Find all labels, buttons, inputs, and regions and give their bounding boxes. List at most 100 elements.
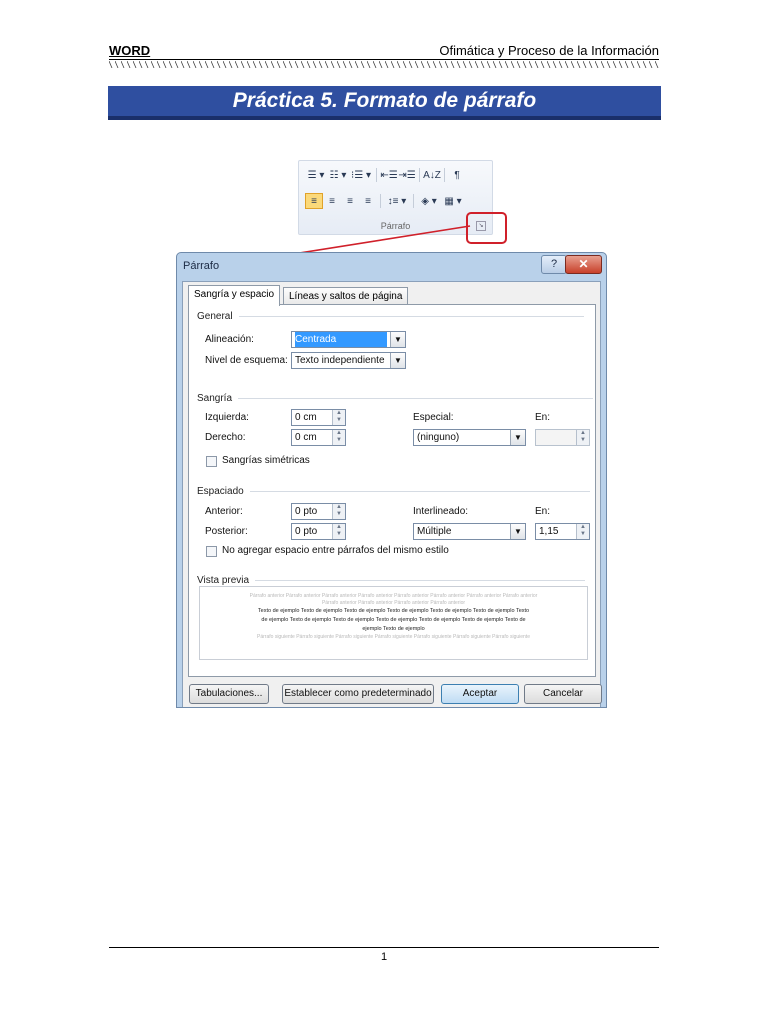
preview-box: Párrafo anterior Párrafo anterior Párraf… bbox=[199, 586, 588, 660]
tab-lineas-saltos[interactable]: Líneas y saltos de página bbox=[283, 287, 409, 305]
tabulaciones-button[interactable]: Tabulaciones... bbox=[189, 684, 269, 704]
spinner-icon[interactable]: ▲ ▼ bbox=[332, 410, 345, 425]
espaciado-en-value: 1,15 bbox=[539, 526, 559, 537]
anterior-input[interactable]: 0 pto ▲ ▼ bbox=[291, 503, 346, 520]
no-agregar-espacio-label: No agregar espacio entre párrafos del mi… bbox=[222, 545, 449, 556]
callout-highlight-box bbox=[466, 212, 507, 244]
header-rule bbox=[109, 59, 659, 60]
preview-sample-line: ejemplo Texto de ejemplo bbox=[362, 626, 425, 632]
derecho-value: 0 cm bbox=[295, 432, 317, 443]
preview-before-line: Párrafo anterior Párrafo anterior Párraf… bbox=[321, 600, 466, 606]
derecho-label: Derecho: bbox=[205, 432, 246, 443]
especial-value: (ninguno) bbox=[417, 432, 460, 443]
multilevel-list-icon[interactable]: ⁝☰ ▾ bbox=[349, 167, 373, 183]
dialog-body: Sangría y espacio Líneas y saltos de pág… bbox=[182, 281, 602, 707]
line-spacing-icon[interactable]: ↕≡ ▾ bbox=[384, 193, 410, 209]
derecho-input[interactable]: 0 cm ▲ ▼ bbox=[291, 429, 346, 446]
spinner-icon[interactable]: ▲ ▼ bbox=[332, 430, 345, 445]
nivel-label: Nivel de esquema: bbox=[205, 355, 288, 366]
preview-after-line: Párrafo siguiente Párrafo siguiente Párr… bbox=[257, 634, 530, 640]
section-sangria-label: Sangría bbox=[197, 393, 233, 404]
chevron-down-icon[interactable]: ▼ bbox=[510, 524, 525, 539]
section-vista-previa-label: Vista previa bbox=[197, 575, 250, 586]
sangria-en-input[interactable]: ▲ ▼ bbox=[535, 429, 590, 446]
spinner-icon[interactable]: ▲ ▼ bbox=[332, 524, 345, 539]
section-divider bbox=[249, 491, 590, 492]
espaciado-en-input[interactable]: 1,15 ▲ ▼ bbox=[535, 523, 590, 540]
section-divider bbox=[238, 316, 584, 317]
preview-sample-line: de ejemplo Texto de ejemplo Texto de eje… bbox=[261, 617, 526, 623]
tab-panel: General Alineación: Centrada ▼ Nivel de … bbox=[188, 304, 596, 677]
sangria-en-label: En: bbox=[535, 412, 551, 423]
justify-icon[interactable]: ≡ bbox=[359, 193, 377, 209]
spinner-icon[interactable]: ▲ ▼ bbox=[332, 504, 345, 519]
posterior-input[interactable]: 0 pto ▲ ▼ bbox=[291, 523, 346, 540]
anterior-value: 0 pto bbox=[295, 506, 318, 517]
preview-sample-line: Texto de ejemplo Texto de ejemplo Texto … bbox=[257, 608, 530, 614]
section-general-label: General bbox=[197, 311, 233, 322]
ribbon-separator bbox=[380, 194, 381, 208]
header-left-text: WORD bbox=[109, 43, 151, 58]
chevron-down-icon[interactable]: ▼ bbox=[390, 332, 405, 347]
ribbon-row-2: ≡ ≡ ≡ ≡ ↕≡ ▾ ◈ ▾ ▦ ▾ bbox=[305, 193, 465, 209]
especial-select[interactable]: (ninguno) ▼ bbox=[413, 429, 526, 446]
page-number: 1 bbox=[380, 951, 388, 963]
section-vista-previa: Vista previa bbox=[197, 575, 586, 586]
header-decorative-border bbox=[109, 61, 659, 68]
section-divider bbox=[255, 580, 586, 581]
interlineado-select[interactable]: Múltiple ▼ bbox=[413, 523, 526, 540]
bullets-icon[interactable]: ☰ ▾ bbox=[305, 167, 327, 183]
interlineado-label: Interlineado: bbox=[413, 506, 469, 517]
izquierda-value: 0 cm bbox=[295, 412, 317, 423]
increase-indent-icon[interactable]: ⇥☰ bbox=[398, 167, 416, 183]
borders-icon[interactable]: ▦ ▾ bbox=[441, 193, 465, 209]
especial-label: Especial: bbox=[413, 412, 454, 423]
espaciado-en-label: En: bbox=[535, 506, 551, 517]
anterior-label: Anterior: bbox=[205, 506, 243, 517]
alineacion-select[interactable]: Centrada ▼ bbox=[291, 331, 406, 348]
spinner-icon[interactable]: ▲ ▼ bbox=[576, 524, 589, 539]
align-center-icon[interactable]: ≡ bbox=[323, 193, 341, 209]
tab-sangria-espacio[interactable]: Sangría y espacio bbox=[188, 285, 281, 306]
header-right-text: Ofimática y Proceso de la Información bbox=[439, 43, 659, 58]
chevron-down-icon[interactable]: ▼ bbox=[510, 430, 525, 445]
page-title: Práctica 5. Formato de párrafo bbox=[232, 89, 537, 112]
nivel-value: Texto independiente bbox=[295, 355, 385, 366]
help-button[interactable]: ? bbox=[541, 255, 567, 274]
ribbon-row-1: ☰ ▾ ☷ ▾ ⁝☰ ▾ ⇤☰ ⇥☰ A↓Z ¶ bbox=[305, 167, 466, 183]
cancelar-button[interactable]: Cancelar bbox=[524, 684, 602, 704]
section-divider bbox=[238, 398, 594, 399]
spinner-icon[interactable]: ▲ ▼ bbox=[576, 430, 589, 445]
align-right-icon[interactable]: ≡ bbox=[341, 193, 359, 209]
no-agregar-espacio-checkbox[interactable] bbox=[206, 546, 217, 557]
close-button[interactable]: ✕ bbox=[565, 255, 602, 274]
ribbon-separator bbox=[444, 168, 445, 182]
alineacion-value: Centrada bbox=[295, 332, 387, 347]
aceptar-button[interactable]: Aceptar bbox=[441, 684, 519, 704]
posterior-value: 0 pto bbox=[295, 526, 318, 537]
establecer-predeterminado-button[interactable]: Establecer como predeterminado bbox=[282, 684, 434, 704]
section-general: General bbox=[197, 311, 584, 322]
align-left-icon[interactable]: ≡ bbox=[305, 193, 323, 209]
interlineado-value: Múltiple bbox=[417, 526, 452, 537]
alineacion-label: Alineación: bbox=[205, 334, 254, 345]
sangrias-simetricas-label: Sangrías simétricas bbox=[222, 455, 310, 466]
izquierda-input[interactable]: 0 cm ▲ ▼ bbox=[291, 409, 346, 426]
ribbon-separator bbox=[413, 194, 414, 208]
ribbon-separator bbox=[419, 168, 420, 182]
paragraph-dialog: Párrafo ? ✕ Sangría y espacio Líneas y s… bbox=[176, 252, 607, 708]
dialog-title: Párrafo bbox=[183, 260, 220, 272]
chevron-down-icon[interactable]: ▼ bbox=[390, 353, 405, 368]
numbering-icon[interactable]: ☷ ▾ bbox=[327, 167, 349, 183]
sort-icon[interactable]: A↓Z bbox=[423, 167, 441, 183]
section-espaciado-label: Espaciado bbox=[197, 486, 244, 497]
decrease-indent-icon[interactable]: ⇤☰ bbox=[380, 167, 398, 183]
sangrias-simetricas-checkbox[interactable] bbox=[206, 456, 217, 467]
pilcrow-icon[interactable]: ¶ bbox=[448, 167, 466, 183]
shading-icon[interactable]: ◈ ▾ bbox=[417, 193, 441, 209]
posterior-label: Posterior: bbox=[205, 526, 248, 537]
nivel-select[interactable]: Texto independiente ▼ bbox=[291, 352, 406, 369]
preview-before-line: Párrafo anterior Párrafo anterior Párraf… bbox=[249, 593, 538, 599]
title-underline bbox=[108, 118, 661, 120]
title-banner: Práctica 5. Formato de párrafo bbox=[108, 86, 661, 118]
